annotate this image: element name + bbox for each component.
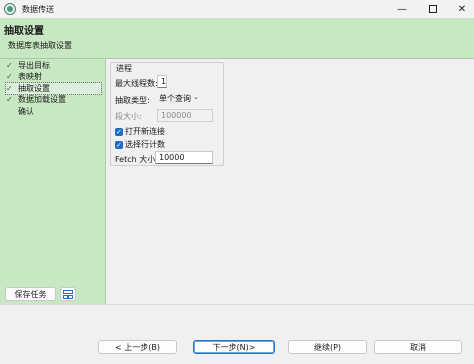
close-button[interactable]: ✕ bbox=[448, 0, 474, 18]
save-task-button[interactable]: 保存任务 bbox=[5, 287, 56, 301]
cancel-button[interactable]: 取消 bbox=[374, 340, 462, 354]
step-confirm[interactable]: 确认 bbox=[6, 106, 101, 117]
minimize-button[interactable]: — bbox=[388, 0, 416, 18]
maximize-button[interactable] bbox=[419, 0, 447, 18]
maximize-icon bbox=[429, 5, 437, 13]
app-icon bbox=[4, 3, 16, 15]
step-label: 数据加载设置 bbox=[18, 95, 66, 104]
tasks-icon bbox=[63, 289, 73, 299]
wizard-header: 抽取设置 数据库表抽取设置 bbox=[0, 18, 474, 58]
step-table-mapping[interactable]: ✓ 表映射 bbox=[6, 71, 101, 82]
open-new-connection-checkbox[interactable]: ✓ 打开新连接 bbox=[115, 126, 165, 137]
close-icon: ✕ bbox=[457, 3, 467, 15]
select-row-count-checkbox[interactable]: ✓ 选择行计数 bbox=[115, 139, 165, 150]
process-group-label: 进程 bbox=[115, 63, 133, 74]
open-new-connection-label: 打开新连接 bbox=[125, 127, 165, 136]
minimize-icon: — bbox=[397, 3, 407, 15]
select-row-count-label: 选择行计数 bbox=[125, 140, 165, 149]
fetch-size-label: Fetch 大小: bbox=[115, 155, 158, 164]
step-export-target[interactable]: ✓ 导出目标 bbox=[6, 60, 101, 71]
segment-size-input[interactable]: 100000 bbox=[157, 109, 213, 122]
task-list-button[interactable] bbox=[60, 287, 76, 301]
check-icon: ✓ bbox=[6, 61, 13, 70]
wizard-footer bbox=[0, 304, 474, 364]
extract-type-label: 抽取类型: bbox=[115, 96, 150, 105]
segment-size-label: 段大小: bbox=[115, 112, 142, 121]
step-label: 导出目标 bbox=[18, 61, 50, 70]
check-icon: ✓ bbox=[6, 95, 13, 104]
max-threads-input[interactable]: 1 bbox=[157, 75, 167, 88]
next-button[interactable]: 下一步(N)> bbox=[193, 340, 275, 354]
step-label: 抽取设置 bbox=[18, 84, 50, 93]
chevron-down-icon: ⌄ bbox=[193, 93, 199, 101]
check-icon: ✓ bbox=[6, 84, 13, 93]
extract-type-value: 单个查询 bbox=[159, 94, 191, 103]
fetch-size-input[interactable]: 10000 bbox=[155, 151, 213, 164]
step-label: 表映射 bbox=[18, 72, 42, 81]
checkbox-checked-icon: ✓ bbox=[115, 127, 123, 136]
max-threads-label: 最大线程数: bbox=[115, 79, 158, 88]
checkbox-checked-icon: ✓ bbox=[115, 140, 123, 149]
step-extract-settings[interactable]: ✓ 抽取设置 bbox=[5, 82, 102, 95]
step-load-settings[interactable]: ✓ 数据加载设置 bbox=[6, 94, 101, 105]
prev-button[interactable]: < 上一步(B) bbox=[98, 340, 177, 354]
step-label: 确认 bbox=[18, 107, 34, 116]
extract-type-select[interactable]: 单个查询 ⌄ bbox=[157, 92, 202, 105]
page-subtitle: 数据库表抽取设置 bbox=[8, 41, 72, 50]
check-icon: ✓ bbox=[6, 72, 13, 81]
continue-button[interactable]: 继续(P) bbox=[288, 340, 367, 354]
window-title: 数据传送 bbox=[22, 4, 54, 14]
page-title: 抽取设置 bbox=[4, 26, 44, 37]
